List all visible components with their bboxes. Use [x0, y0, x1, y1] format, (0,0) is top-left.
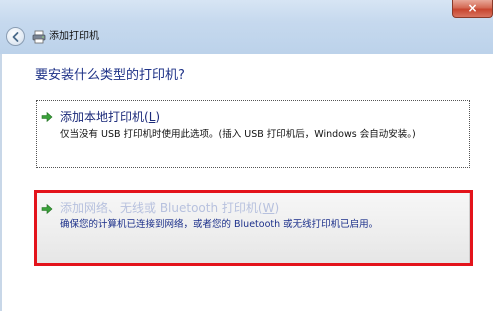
option-local-description: 仅当没有 USB 打印机时使用此选项。(插入 USB 打印机后，Windows …: [60, 129, 416, 140]
window-title: 添加打印机: [49, 31, 99, 42]
back-button[interactable]: [6, 27, 25, 46]
option-local-title-end: ): [155, 110, 161, 124]
close-button[interactable]: ×: [452, 0, 493, 18]
green-arrow-icon: [41, 111, 53, 123]
close-icon: ×: [467, 1, 478, 15]
dialog-content: [0, 54, 493, 311]
content-border: [0, 54, 2, 311]
back-arrow-icon: [12, 32, 19, 42]
option-local-title[interactable]: 添加本地打印机(L): [60, 110, 160, 125]
option-local-title-text: 添加本地打印机(: [60, 110, 149, 124]
printer-icon: [32, 30, 46, 44]
window-titlebar: [0, 0, 493, 54]
page-heading: 要安装什么类型的打印机?: [35, 68, 185, 83]
red-highlight-box: [34, 190, 473, 266]
